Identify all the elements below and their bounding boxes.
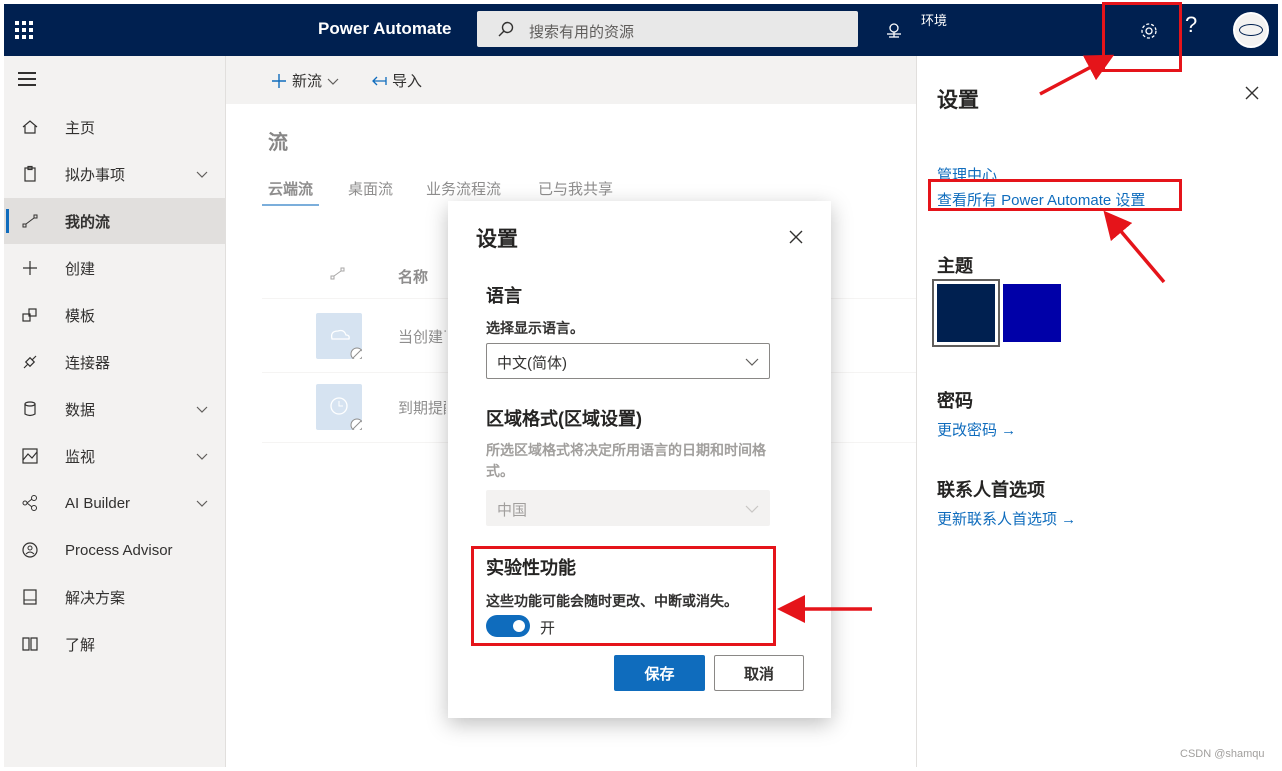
annotation-arrows xyxy=(777,54,1166,623)
watermark: CSDN @shamqu xyxy=(1180,748,1265,760)
annotation-arrow xyxy=(1103,210,1166,284)
annotation-arrow xyxy=(1039,54,1115,96)
